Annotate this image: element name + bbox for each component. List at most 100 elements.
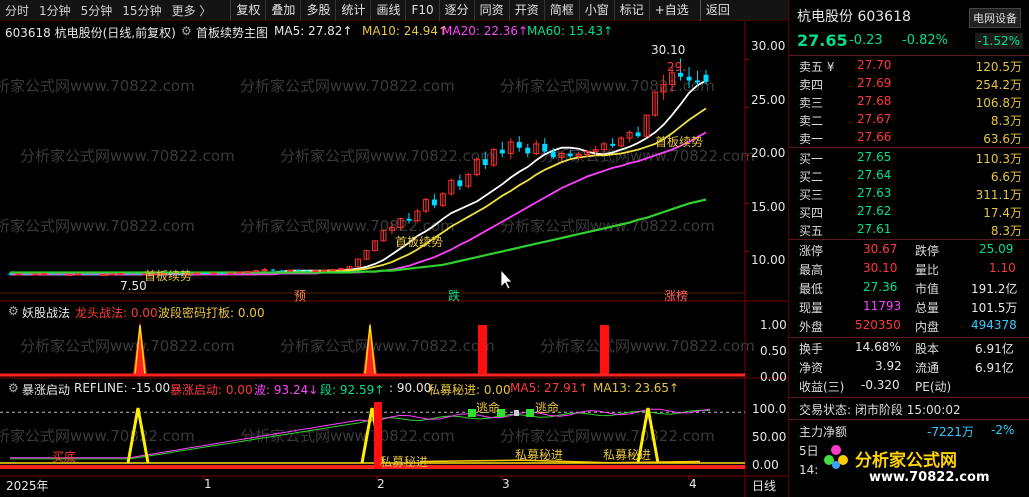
main-force-label[interactable]: 主力净额 (799, 423, 847, 440)
vol-ratio-value: 1.10 (989, 261, 1016, 275)
candle-body (686, 76, 692, 81)
y-tick-10: 10.00 (751, 253, 786, 267)
candle-body (49, 273, 55, 275)
overlay-button[interactable]: 叠加 (265, 0, 300, 21)
same-capital-button[interactable]: 同资 (473, 0, 509, 21)
timeframe-1min-tab[interactable]: 分时 (0, 2, 34, 19)
panel3-title[interactable]: 暴涨启动 (22, 381, 70, 398)
draw-line-button[interactable]: 画线 (370, 0, 405, 21)
f10-button[interactable]: F10 (405, 0, 438, 21)
limit-up-stat: 涨停 (799, 244, 824, 258)
candle-body (516, 141, 522, 148)
limit-down-value: 25.09 (979, 242, 1014, 256)
small-window-button[interactable]: 小窗 (578, 0, 614, 21)
buy3-row[interactable]: 买三 27.63 311.1万 (789, 185, 1029, 203)
five-day-label[interactable]: 5日 (799, 442, 819, 459)
simple-frame-button[interactable]: 简框 (543, 0, 579, 21)
candle-body (193, 272, 200, 275)
watermark-logo-text: 分析家公式网 (855, 451, 957, 471)
candle-body (202, 273, 208, 274)
mark-button[interactable]: 标记 (613, 0, 649, 21)
candle-body (542, 143, 548, 152)
sector-button[interactable]: 电网设备 (969, 8, 1021, 28)
candle-body (695, 80, 701, 83)
timeframe-15m-tab[interactable]: 15分钟 (117, 2, 166, 19)
watermark-text: 分析家公式网www.70822.com (0, 77, 195, 95)
p3-green-marker (526, 409, 534, 417)
multi-stock-button[interactable]: 多股 (300, 0, 335, 21)
main-indicator-name[interactable]: 首板续势主图 (196, 24, 268, 41)
signal-label-2: 首板续势 (395, 235, 444, 249)
buy1-row[interactable]: 买一 27.65 110.3万 (789, 149, 1029, 167)
x-label-year: 2025年 (6, 479, 49, 493)
timeframe-more-tab[interactable]: 更多 〉 (167, 2, 217, 19)
period-label[interactable]: 日线 (752, 477, 776, 494)
candle-body (287, 269, 294, 272)
cur-vol-value: 11793 (863, 299, 902, 313)
watermark-text: 分析家公式网www.70822.com (280, 147, 495, 165)
fuquan-button[interactable]: 复权 (230, 0, 265, 21)
watermark-logo-url: www.70822.com (869, 470, 990, 485)
panel3-simu-label: 私募秘进: 0.00 (428, 383, 511, 397)
buy2-row[interactable]: 买二 27.64 6.6万 (789, 167, 1029, 185)
per-minute-button[interactable]: 逐分 (438, 0, 474, 21)
shares-stat: 股本 (915, 342, 940, 356)
p3-anno-simu-1: 私募秘进 (380, 455, 429, 469)
limit-up-value: 30.67 (863, 242, 898, 256)
buy5-row[interactable]: 买五 27.61 8.3万 (789, 221, 1029, 239)
indicator-settings-icon[interactable]: ⚙ (181, 24, 192, 38)
candle-body (108, 273, 115, 276)
signal-label-1: 首板续势 (144, 269, 193, 283)
sector-change-pct: -1.52% (974, 33, 1023, 49)
candle-body (66, 273, 73, 276)
p2-tick-0: 0.00 (760, 370, 787, 384)
candle-body (40, 272, 47, 275)
y-tick-30: 30.00 (751, 39, 786, 53)
turnover-stat: 换手 (799, 342, 824, 356)
panel2-title[interactable]: 妖股战法 (22, 304, 70, 321)
sell4-row[interactable]: 卖四 27.69 254.2万 (789, 75, 1029, 93)
sell2-row[interactable]: 卖二 27.67 8.3万 (789, 111, 1029, 129)
low-price-label: 7.50 (120, 279, 147, 293)
sell3-row[interactable]: 卖三 27.68 106.8万 (789, 93, 1029, 111)
watermark-text: 分析家公式网www.70822.com (540, 337, 755, 355)
panel3-duan-label: 段: 92.59↑ (320, 383, 385, 397)
candle-body (92, 274, 98, 276)
x-label-1: 1 (204, 477, 212, 491)
stats-button[interactable]: 统计 (335, 0, 370, 21)
eps-value: -0.320 (861, 378, 900, 392)
buy4-row[interactable]: 买四 27.62 17.4万 (789, 203, 1029, 221)
watermark-text: 分析家公式网www.70822.com (280, 337, 495, 355)
panel3-ma5-label: MA5: 27.91↑ (510, 381, 589, 395)
back-button[interactable]: 返回 (699, 0, 735, 21)
inner-value: 494378 (971, 318, 1017, 332)
add-watchlist-button[interactable]: +自选 (648, 0, 694, 21)
candle-body (567, 153, 573, 157)
panel3-settings-icon[interactable]: ⚙ (8, 381, 19, 395)
low-value: 27.36 (863, 280, 898, 294)
timeframe-5m-tab[interactable]: 5分钟 (76, 2, 118, 19)
panel3-ninety-label: : 90.00 (389, 381, 432, 395)
panel2-settings-icon[interactable]: ⚙ (8, 304, 19, 318)
y-tick-20: 20.00 (751, 146, 786, 160)
x-label-2: 2 (377, 477, 385, 491)
candle-body (321, 269, 328, 272)
candle-body (24, 273, 30, 275)
candle-body (279, 270, 285, 272)
p3-anno-taoming-2: 逃命 (535, 401, 560, 415)
candle-body (7, 273, 13, 275)
price-change-pct: -0.82% (902, 33, 948, 48)
candle-body (210, 272, 217, 275)
candle-body (304, 270, 310, 272)
sell1-row[interactable]: 卖一 27.66 63.6万 (789, 129, 1029, 147)
sell5-row[interactable]: 卖五 ¥27.70 120.5万 (789, 57, 1029, 75)
chart-area[interactable]: 分析家公式网www.70822.com 分析家公式网www.70822.com 分析… (0, 21, 788, 497)
open-capital-button[interactable]: 开资 (508, 0, 544, 21)
watermark-text: 分析家公式网www.70822.com (500, 427, 715, 445)
candle-body (610, 143, 616, 146)
watermark-text: 分析家公式网www.70822.com (0, 427, 195, 445)
limit-down-stat: 跌停 (915, 244, 940, 258)
candle-body (83, 273, 89, 275)
candle-body (253, 270, 260, 273)
timeframe-1m-tab[interactable]: 1分钟 (34, 2, 76, 19)
